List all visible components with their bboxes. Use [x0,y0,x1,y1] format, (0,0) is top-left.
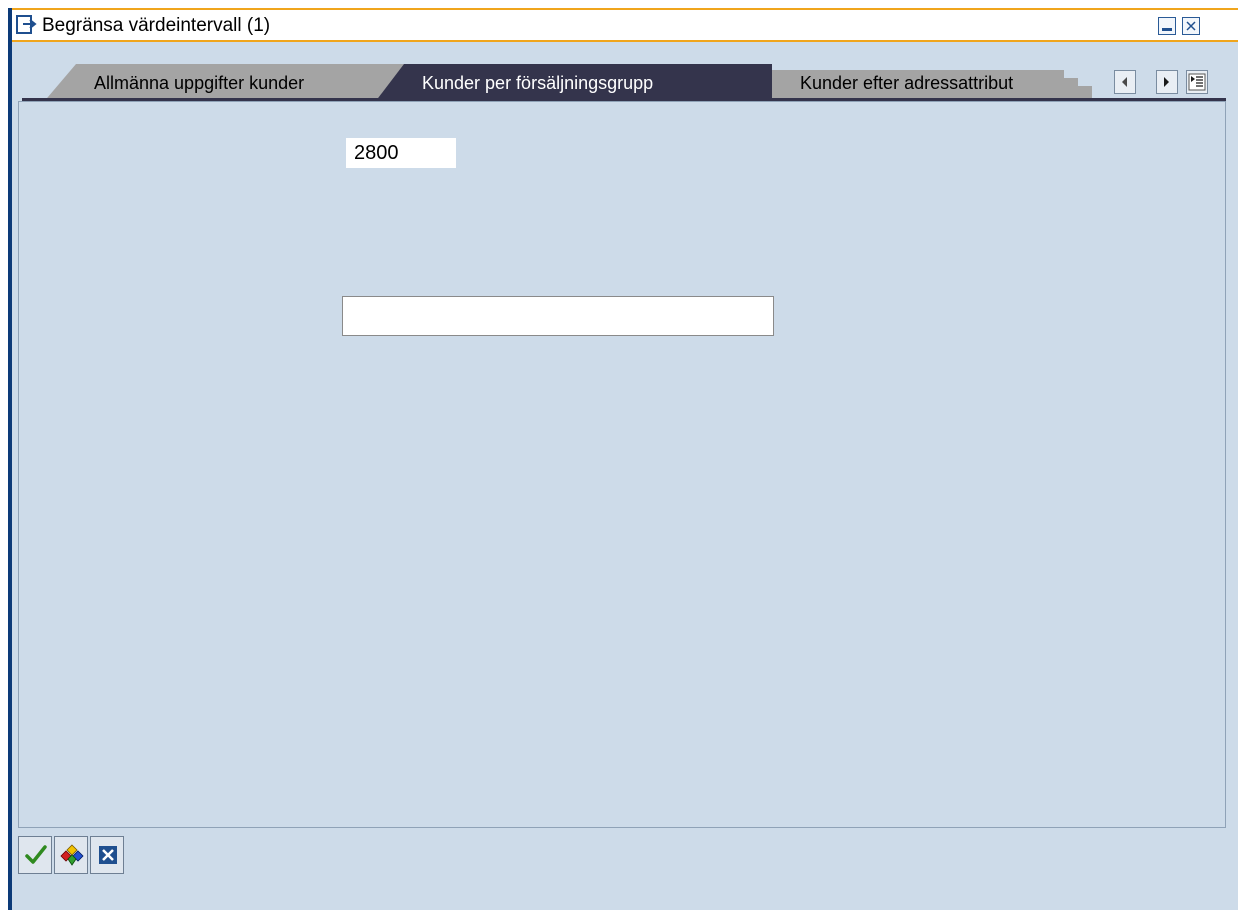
minimize-icon [1162,28,1172,31]
cancel-button[interactable] [90,836,124,874]
window-title: Begränsa värdeintervall (1) [42,15,271,36]
dialog-icon [16,15,37,34]
checkmark-icon [25,845,47,864]
tab-list-icon [1188,73,1206,91]
tab-customers-per-sales-group[interactable]: Kunder per försäljningsgrupp [422,72,653,94]
tab-customers-by-address[interactable]: Kunder efter adressattribut [800,72,1013,94]
arrow-right-icon [1164,77,1169,87]
multiple-selection-icon [60,844,84,866]
confirm-button[interactable] [18,836,52,874]
tab-list-button[interactable] [1186,70,1208,94]
close-window-button[interactable] [1182,17,1200,35]
tab-scroll-right-button[interactable] [1156,70,1178,94]
sales-group-field[interactable]: 2800 [346,138,456,168]
description-input[interactable] [342,296,774,336]
title-bar: Begränsa värdeintervall (1) [12,8,1238,42]
cancel-icon [99,846,117,864]
minimize-button[interactable] [1158,17,1176,35]
multiple-selection-button[interactable] [54,836,88,874]
tab-general-customer-data[interactable]: Allmänna uppgifter kunder [94,72,304,94]
close-icon [1186,21,1196,31]
tab-content-panel [18,101,1226,828]
arrow-left-icon [1122,77,1127,87]
tab-scroll-left-button[interactable] [1114,70,1136,94]
